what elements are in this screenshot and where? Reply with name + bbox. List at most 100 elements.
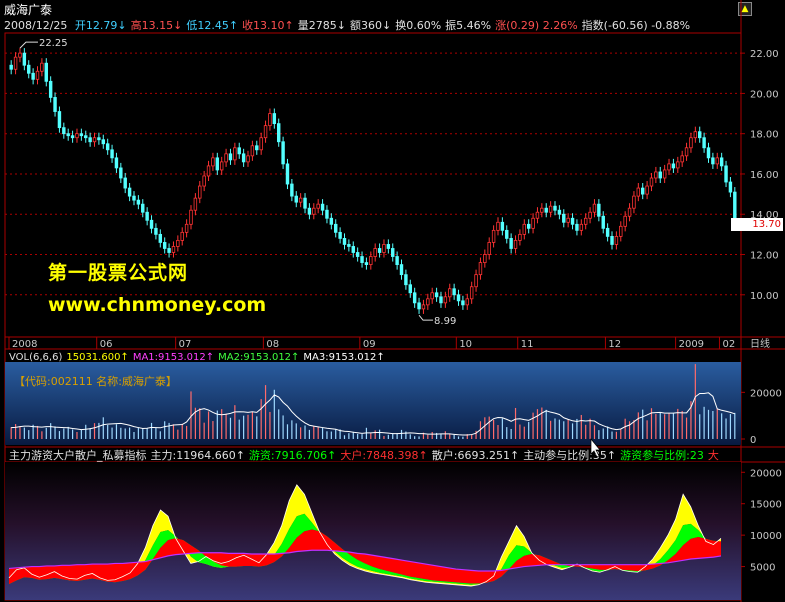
candle-body (654, 171, 658, 179)
candle-body (491, 229, 496, 243)
candle-body (601, 215, 605, 229)
candle-body (272, 113, 277, 125)
candle-body (386, 244, 391, 249)
candle-body (101, 139, 106, 145)
candle-body (263, 125, 268, 139)
volume-tick-label: 20000 (750, 388, 782, 399)
candle-body (461, 300, 465, 306)
candle-body (632, 195, 636, 209)
candle-body (715, 157, 719, 165)
candle-body (443, 296, 448, 304)
candle-body (105, 143, 110, 151)
candle-body (566, 217, 570, 223)
candle-body (110, 149, 114, 159)
candle-body (605, 227, 610, 237)
candle-body (27, 64, 31, 74)
candle-body (535, 211, 540, 219)
candle-body (570, 217, 575, 225)
candle-body (662, 169, 667, 179)
candle-body (158, 233, 163, 243)
price-tick-label: 18.00 (750, 130, 779, 141)
candle-body (307, 207, 312, 215)
candle-body (75, 133, 79, 139)
candle-body (351, 246, 355, 253)
indicator-tick-label: 20000 (750, 468, 782, 479)
candle-body (671, 163, 676, 169)
candle-body (298, 197, 303, 203)
date-label: 10 (459, 339, 472, 350)
candle-body (127, 187, 132, 197)
indicator-header-item: 主力游资大户散户_私募指标 (9, 448, 147, 462)
candle-body (526, 223, 531, 229)
volume-header-item: MA1:9153.012↑ (133, 352, 214, 363)
candle-body (448, 288, 452, 298)
candle-body (478, 262, 483, 276)
candle-body (391, 248, 395, 257)
candle-body (667, 163, 671, 171)
candle-body (548, 205, 553, 213)
candle-body (66, 133, 70, 137)
candle-body (557, 209, 562, 215)
candle-body (377, 248, 382, 253)
price-tick-label: 22.00 (750, 49, 779, 60)
candle-body (382, 244, 386, 253)
indicator-header: 主力游资大户散户_私募指标 主力:11964.660↑ 游资:7916.706↑ 大户… (9, 448, 719, 462)
candle-body (583, 217, 588, 225)
date-label: 02 (722, 339, 735, 350)
candle-body (285, 163, 290, 185)
candle-body (364, 262, 369, 265)
candle-body (97, 137, 101, 141)
candle-body (70, 135, 75, 139)
candle-body (706, 147, 711, 159)
candle-body (141, 203, 145, 213)
candle-body (320, 203, 325, 211)
candle-body (162, 242, 167, 249)
candle-body (610, 235, 614, 245)
candle-body (452, 288, 456, 296)
candle-body (702, 137, 706, 149)
candle-body (325, 209, 329, 219)
candle-body (689, 137, 693, 149)
candle-body (338, 231, 342, 239)
candle-body (202, 175, 206, 187)
candle-body (13, 56, 18, 70)
candle-body (215, 157, 220, 171)
candle-body (513, 240, 518, 249)
indicator-header-item: 大 (708, 448, 719, 462)
price-tick-label: 20.00 (750, 89, 779, 100)
candle-body (44, 62, 48, 82)
date-label: 2008 (12, 339, 37, 350)
candle-body (22, 52, 27, 66)
candle-body (430, 292, 434, 300)
date-label: 09 (363, 339, 376, 350)
candle-body (136, 199, 141, 205)
candle-body (575, 223, 579, 231)
candle-body (636, 187, 641, 197)
candle-body (487, 242, 491, 255)
candle-body (246, 155, 250, 163)
volume-axis: 0 20000 (741, 388, 782, 446)
candle-body (640, 187, 645, 195)
candle-body (614, 235, 619, 245)
candle-body (145, 211, 149, 221)
candle-body (579, 223, 584, 231)
candle-body (369, 256, 373, 265)
date-axis: 2008 06 07 08 09 10 11 12 2009 02 日线 (8, 337, 770, 350)
watermark-url: www.chnmoney.com (48, 294, 267, 316)
candle-body (79, 133, 84, 137)
candle-body (395, 256, 399, 265)
candle-body (522, 223, 527, 235)
candle-body (728, 181, 733, 193)
candle-body (48, 80, 53, 98)
candle-body (531, 217, 535, 229)
volume-header-item: MA3:9153.012↑ (303, 352, 384, 363)
candle-body (119, 167, 123, 179)
indicator-tick-label: 10000 (750, 531, 782, 542)
candle-body (658, 171, 662, 179)
candle-body (154, 227, 158, 235)
candle-body (255, 145, 259, 151)
candle-body (198, 185, 202, 199)
candle-body (268, 113, 272, 127)
candle-body (500, 221, 505, 231)
candle-body (680, 155, 684, 163)
